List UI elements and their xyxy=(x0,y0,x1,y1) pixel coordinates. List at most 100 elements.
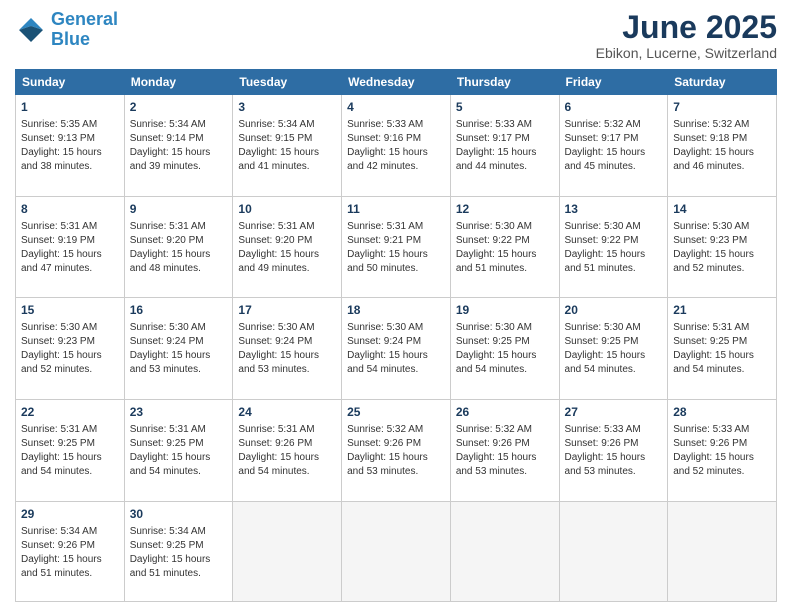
day-number: 20 xyxy=(565,302,663,319)
day-number: 4 xyxy=(347,99,445,116)
day-info: Sunrise: 5:30 AM Sunset: 9:25 PM Dayligh… xyxy=(565,322,646,375)
logo-icon xyxy=(15,14,47,46)
day-info: Sunrise: 5:30 AM Sunset: 9:24 PM Dayligh… xyxy=(130,322,211,375)
day-info: Sunrise: 5:31 AM Sunset: 9:25 PM Dayligh… xyxy=(673,322,754,375)
day-info: Sunrise: 5:30 AM Sunset: 9:24 PM Dayligh… xyxy=(347,322,428,375)
day-number: 21 xyxy=(673,302,771,319)
day-number: 27 xyxy=(565,404,663,421)
day-info: Sunrise: 5:33 AM Sunset: 9:26 PM Dayligh… xyxy=(565,424,646,477)
day-cell: 22Sunrise: 5:31 AM Sunset: 9:25 PM Dayli… xyxy=(16,400,125,502)
day-info: Sunrise: 5:30 AM Sunset: 9:22 PM Dayligh… xyxy=(565,221,646,274)
day-number: 3 xyxy=(238,99,336,116)
day-cell: 21 Sunrise: 5:31 AM Sunset: 9:25 PM Dayli… xyxy=(668,298,777,400)
day-cell: 13 Sunrise: 5:30 AM Sunset: 9:22 PM Dayli… xyxy=(559,196,668,298)
day-number: 22 xyxy=(21,404,119,421)
week-row-4: 22Sunrise: 5:31 AM Sunset: 9:25 PM Dayli… xyxy=(16,400,777,502)
day-cell: 18 Sunrise: 5:30 AM Sunset: 9:24 PM Dayli… xyxy=(342,298,451,400)
day-number: 18 xyxy=(347,302,445,319)
col-header-tuesday: Tuesday xyxy=(233,70,342,95)
day-cell: 4 Sunrise: 5:33 AM Sunset: 9:16 PM Daylig… xyxy=(342,95,451,197)
day-number: 9 xyxy=(130,201,228,218)
day-cell: 23Sunrise: 5:31 AM Sunset: 9:25 PM Dayli… xyxy=(124,400,233,502)
day-info: Sunrise: 5:33 AM Sunset: 9:16 PM Dayligh… xyxy=(347,119,428,172)
day-number: 26 xyxy=(456,404,554,421)
day-info: Sunrise: 5:30 AM Sunset: 9:24 PM Dayligh… xyxy=(238,322,319,375)
day-number: 16 xyxy=(130,302,228,319)
day-cell: 20 Sunrise: 5:30 AM Sunset: 9:25 PM Dayli… xyxy=(559,298,668,400)
day-info: Sunrise: 5:32 AM Sunset: 9:17 PM Dayligh… xyxy=(565,119,646,172)
day-cell xyxy=(450,501,559,601)
day-cell: 1 Sunrise: 5:35 AM Sunset: 9:13 PM Daylig… xyxy=(16,95,125,197)
calendar-table: SundayMondayTuesdayWednesdayThursdayFrid… xyxy=(15,69,777,602)
day-number: 19 xyxy=(456,302,554,319)
day-cell: 19 Sunrise: 5:30 AM Sunset: 9:25 PM Dayli… xyxy=(450,298,559,400)
day-cell xyxy=(233,501,342,601)
day-info: Sunrise: 5:32 AM Sunset: 9:26 PM Dayligh… xyxy=(456,424,537,477)
day-cell: 2 Sunrise: 5:34 AM Sunset: 9:14 PM Daylig… xyxy=(124,95,233,197)
day-info: Sunrise: 5:31 AM Sunset: 9:19 PM Dayligh… xyxy=(21,221,102,274)
day-number: 2 xyxy=(130,99,228,116)
day-cell: 11 Sunrise: 5:31 AM Sunset: 9:21 PM Dayli… xyxy=(342,196,451,298)
day-cell: 12Sunrise: 5:30 AM Sunset: 9:22 PM Dayli… xyxy=(450,196,559,298)
day-info: Sunrise: 5:31 AM Sunset: 9:26 PM Dayligh… xyxy=(238,424,319,477)
col-header-wednesday: Wednesday xyxy=(342,70,451,95)
col-header-saturday: Saturday xyxy=(668,70,777,95)
day-number: 30 xyxy=(130,506,228,523)
day-cell: 26 Sunrise: 5:32 AM Sunset: 9:26 PM Dayli… xyxy=(450,400,559,502)
day-number: 29 xyxy=(21,506,119,523)
col-header-thursday: Thursday xyxy=(450,70,559,95)
day-number: 28 xyxy=(673,404,771,421)
day-cell: 28 Sunrise: 5:33 AM Sunset: 9:26 PM Dayli… xyxy=(668,400,777,502)
day-info: Sunrise: 5:30 AM Sunset: 9:25 PM Dayligh… xyxy=(456,322,537,375)
day-number: 13 xyxy=(565,201,663,218)
day-number: 14 xyxy=(673,201,771,218)
day-info: Sunrise: 5:31 AM Sunset: 9:21 PM Dayligh… xyxy=(347,221,428,274)
day-number: 17 xyxy=(238,302,336,319)
week-row-3: 15 Sunrise: 5:30 AM Sunset: 9:23 PM Dayli… xyxy=(16,298,777,400)
day-cell: 7Sunrise: 5:32 AM Sunset: 9:18 PM Daylig… xyxy=(668,95,777,197)
day-number: 8 xyxy=(21,201,119,218)
month-title: June 2025 xyxy=(596,10,777,45)
col-header-sunday: Sunday xyxy=(16,70,125,95)
day-number: 15 xyxy=(21,302,119,319)
page: General Blue June 2025 Ebikon, Lucerne, … xyxy=(0,0,792,612)
day-info: Sunrise: 5:32 AM Sunset: 9:18 PM Dayligh… xyxy=(673,119,754,172)
day-number: 1 xyxy=(21,99,119,116)
day-cell: 15 Sunrise: 5:30 AM Sunset: 9:23 PM Dayli… xyxy=(16,298,125,400)
logo-text: General Blue xyxy=(51,10,118,50)
col-header-friday: Friday xyxy=(559,70,668,95)
week-row-2: 8 Sunrise: 5:31 AM Sunset: 9:19 PM Daylig… xyxy=(16,196,777,298)
day-cell: 14Sunrise: 5:30 AM Sunset: 9:23 PM Dayli… xyxy=(668,196,777,298)
day-info: Sunrise: 5:31 AM Sunset: 9:20 PM Dayligh… xyxy=(238,221,319,274)
header-row: SundayMondayTuesdayWednesdayThursdayFrid… xyxy=(16,70,777,95)
day-cell: 8 Sunrise: 5:31 AM Sunset: 9:19 PM Daylig… xyxy=(16,196,125,298)
day-info: Sunrise: 5:34 AM Sunset: 9:26 PM Dayligh… xyxy=(21,526,102,579)
day-info: Sunrise: 5:35 AM Sunset: 9:13 PM Dayligh… xyxy=(21,119,102,172)
day-cell: 29 Sunrise: 5:34 AM Sunset: 9:26 PM Dayli… xyxy=(16,501,125,601)
day-cell: 10 Sunrise: 5:31 AM Sunset: 9:20 PM Dayli… xyxy=(233,196,342,298)
day-cell xyxy=(559,501,668,601)
day-info: Sunrise: 5:32 AM Sunset: 9:26 PM Dayligh… xyxy=(347,424,428,477)
day-number: 5 xyxy=(456,99,554,116)
day-cell: 24 Sunrise: 5:31 AM Sunset: 9:26 PM Dayli… xyxy=(233,400,342,502)
day-info: Sunrise: 5:30 AM Sunset: 9:23 PM Dayligh… xyxy=(21,322,102,375)
day-info: Sunrise: 5:33 AM Sunset: 9:17 PM Dayligh… xyxy=(456,119,537,172)
title-block: June 2025 Ebikon, Lucerne, Switzerland xyxy=(596,10,777,61)
week-row-5: 29 Sunrise: 5:34 AM Sunset: 9:26 PM Dayli… xyxy=(16,501,777,601)
day-number: 10 xyxy=(238,201,336,218)
day-number: 24 xyxy=(238,404,336,421)
day-cell: 16 Sunrise: 5:30 AM Sunset: 9:24 PM Dayli… xyxy=(124,298,233,400)
day-cell: 3Sunrise: 5:34 AM Sunset: 9:15 PM Daylig… xyxy=(233,95,342,197)
day-cell: 9Sunrise: 5:31 AM Sunset: 9:20 PM Daylig… xyxy=(124,196,233,298)
day-number: 11 xyxy=(347,201,445,218)
day-cell: 25Sunrise: 5:32 AM Sunset: 9:26 PM Dayli… xyxy=(342,400,451,502)
day-number: 12 xyxy=(456,201,554,218)
day-info: Sunrise: 5:33 AM Sunset: 9:26 PM Dayligh… xyxy=(673,424,754,477)
col-header-monday: Monday xyxy=(124,70,233,95)
day-number: 23 xyxy=(130,404,228,421)
logo: General Blue xyxy=(15,10,118,50)
day-number: 6 xyxy=(565,99,663,116)
day-info: Sunrise: 5:34 AM Sunset: 9:14 PM Dayligh… xyxy=(130,119,211,172)
week-row-1: 1 Sunrise: 5:35 AM Sunset: 9:13 PM Daylig… xyxy=(16,95,777,197)
day-cell: 5 Sunrise: 5:33 AM Sunset: 9:17 PM Daylig… xyxy=(450,95,559,197)
